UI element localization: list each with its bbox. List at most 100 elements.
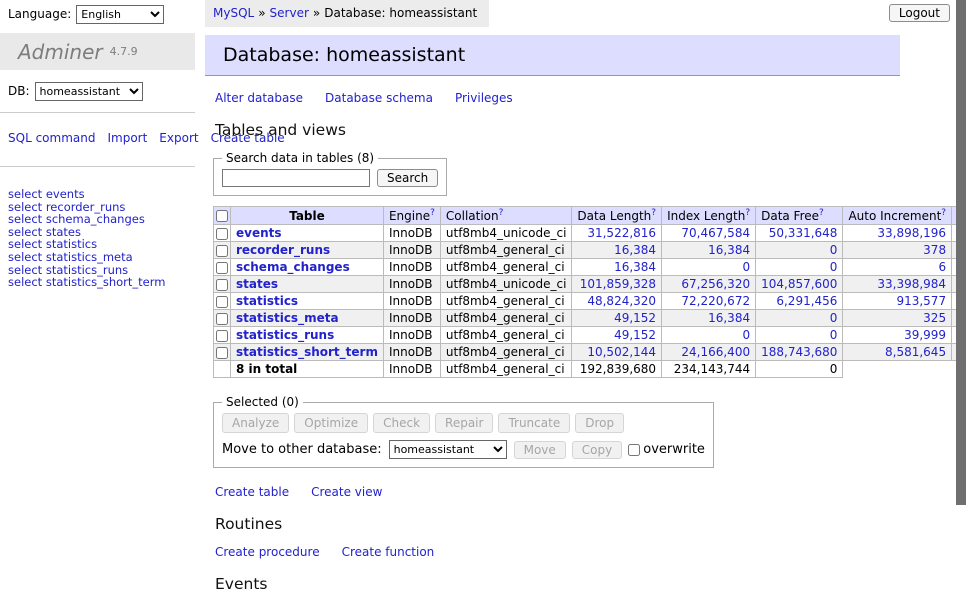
- index-length-cell: 16,384: [662, 242, 756, 259]
- db-label: DB:: [8, 84, 30, 98]
- table-name-cell: statistics: [231, 293, 384, 310]
- row-checkbox[interactable]: [216, 330, 228, 342]
- breadcrumb-server-link[interactable]: Server: [270, 6, 309, 20]
- database-action-link[interactable]: Alter database: [215, 91, 303, 105]
- row-checkbox[interactable]: [216, 313, 228, 325]
- routine-create-link[interactable]: Create procedure: [215, 545, 320, 559]
- table-name-cell: statistics_runs: [231, 327, 384, 344]
- row-checkbox[interactable]: [216, 347, 228, 359]
- app-header: Adminer 4.7.9: [0, 33, 195, 70]
- index-length-cell: 24,166,400: [662, 344, 756, 361]
- table-name-cell: schema_changes: [231, 259, 384, 276]
- routine-create-link[interactable]: Create function: [342, 545, 435, 559]
- column-header-collation: Collation?: [440, 207, 572, 225]
- total-collation-cell: utf8mb4_general_ci: [440, 361, 572, 378]
- table-name-link[interactable]: schema_changes: [236, 260, 350, 274]
- collation-cell: utf8mb4_unicode_ci: [440, 276, 572, 293]
- app-logo[interactable]: Adminer: [18, 40, 103, 64]
- move-label: Move to other database:: [222, 442, 382, 457]
- scrollbar-thumb[interactable]: [956, 0, 966, 505]
- database-links: Alter database Database schema Privileges: [215, 91, 900, 105]
- search-legend: Search data in tables (8): [222, 151, 378, 165]
- divider: [0, 112, 195, 113]
- auto-increment-cell: 8,581,645: [843, 344, 952, 361]
- sidebar-select-link[interactable]: select schema_changes: [8, 213, 195, 226]
- move-button[interactable]: Move: [514, 441, 566, 459]
- help-icon[interactable]: ?: [819, 208, 824, 218]
- db-selector-row: DB: homeassistant: [0, 70, 195, 112]
- data-length-cell: 16,384: [572, 259, 662, 276]
- copy-button[interactable]: Copy: [572, 441, 622, 459]
- select-all-checkbox[interactable]: [216, 210, 228, 222]
- help-icon[interactable]: ?: [941, 208, 946, 218]
- db-select[interactable]: homeassistant: [35, 82, 143, 101]
- sidebar-action-link[interactable]: Export: [159, 131, 198, 145]
- data-free-cell: 0: [756, 259, 843, 276]
- sidebar-table-links: select eventsselect recorder_runsselect …: [0, 178, 195, 289]
- drop-button[interactable]: Drop: [575, 413, 624, 433]
- row-checkbox-cell: [214, 225, 231, 242]
- row-checkbox[interactable]: [216, 245, 228, 257]
- breadcrumb: MySQL»Server»Database: homeassistant: [205, 0, 489, 27]
- row-checkbox[interactable]: [216, 279, 228, 291]
- table-name-cell: events: [231, 225, 384, 242]
- sidebar-select-link[interactable]: select statistics_meta: [8, 251, 195, 264]
- move-db-select[interactable]: homeassistant: [389, 440, 507, 459]
- tables-table: TableEngine?Collation?Data Length?Index …: [213, 206, 966, 378]
- table-row: statesInnoDButf8mb4_unicode_ci101,859,32…: [214, 276, 966, 293]
- data-free-cell: 0: [756, 310, 843, 327]
- collation-cell: utf8mb4_general_ci: [440, 259, 572, 276]
- row-checkbox-cell: [214, 242, 231, 259]
- create-links: Create table Create view: [215, 485, 900, 499]
- page-title: Database: homeassistant: [205, 35, 900, 76]
- table-name-cell: states: [231, 276, 384, 293]
- sidebar-action-link[interactable]: SQL command: [8, 131, 95, 145]
- search-button[interactable]: Search: [377, 169, 438, 187]
- events-heading: Events: [215, 575, 900, 593]
- analyze-button[interactable]: Analyze: [222, 413, 289, 433]
- table-name-link[interactable]: recorder_runs: [236, 243, 330, 257]
- move-row: Move to other database: homeassistant Mo…: [222, 440, 705, 459]
- search-input[interactable]: [222, 169, 370, 187]
- column-header-table: Table: [231, 207, 384, 225]
- app-version[interactable]: 4.7.9: [110, 45, 138, 58]
- engine-cell: InnoDB: [383, 310, 440, 327]
- row-checkbox[interactable]: [216, 262, 228, 274]
- table-name-link[interactable]: statistics: [236, 294, 298, 308]
- data-free-cell: 50,331,648: [756, 225, 843, 242]
- table-name-link[interactable]: states: [236, 277, 278, 291]
- data-length-cell: 48,824,320: [572, 293, 662, 310]
- engine-cell: InnoDB: [383, 242, 440, 259]
- database-action-link[interactable]: Database schema: [325, 91, 433, 105]
- sidebar-select-link[interactable]: select events: [8, 188, 195, 201]
- index-length-cell: 70,467,584: [662, 225, 756, 242]
- table-name-link[interactable]: statistics_meta: [236, 311, 339, 325]
- index-length-cell: 0: [662, 327, 756, 344]
- create-link[interactable]: Create view: [311, 485, 382, 499]
- help-icon[interactable]: ?: [745, 208, 750, 218]
- scrollbar: [956, 0, 966, 543]
- breadcrumb-mysql-link[interactable]: MySQL: [213, 6, 254, 20]
- repair-button[interactable]: Repair: [435, 413, 493, 433]
- row-checkbox[interactable]: [216, 296, 228, 308]
- table-row: recorder_runsInnoDButf8mb4_general_ci16,…: [214, 242, 966, 259]
- help-icon[interactable]: ?: [430, 208, 435, 218]
- sidebar-select-link[interactable]: select statistics_short_term: [8, 276, 195, 289]
- truncate-button[interactable]: Truncate: [498, 413, 570, 433]
- table-name-link[interactable]: statistics_runs: [236, 328, 334, 342]
- row-checkbox[interactable]: [216, 228, 228, 240]
- sidebar-action-link[interactable]: Import: [107, 131, 147, 145]
- table-name-link[interactable]: statistics_short_term: [236, 345, 378, 359]
- table-name-link[interactable]: events: [236, 226, 282, 240]
- engine-cell: InnoDB: [383, 293, 440, 310]
- index-length-cell: 72,220,672: [662, 293, 756, 310]
- help-icon[interactable]: ?: [651, 208, 656, 218]
- optimize-button[interactable]: Optimize: [294, 413, 368, 433]
- data-free-cell: 188,743,680: [756, 344, 843, 361]
- overwrite-checkbox[interactable]: [628, 444, 640, 456]
- row-checkbox-cell: [214, 344, 231, 361]
- database-action-link[interactable]: Privileges: [455, 91, 513, 105]
- check-button[interactable]: Check: [373, 413, 430, 433]
- help-icon[interactable]: ?: [499, 208, 504, 218]
- create-link[interactable]: Create table: [215, 485, 289, 499]
